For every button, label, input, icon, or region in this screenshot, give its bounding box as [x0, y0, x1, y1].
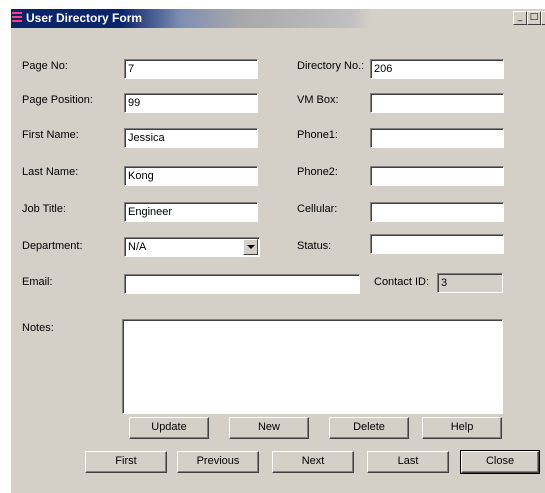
next-button[interactable]: Next	[272, 451, 354, 473]
phone2-field[interactable]	[370, 166, 504, 186]
notes-label: Notes:	[22, 322, 54, 334]
page-position-label: Page Position:	[22, 94, 93, 106]
phone1-label: Phone1:	[297, 129, 338, 141]
vm-box-field[interactable]	[370, 93, 504, 113]
job-title-field[interactable]: Engineer	[124, 202, 258, 222]
previous-button[interactable]: Previous	[177, 451, 259, 473]
cellular-field[interactable]	[370, 202, 504, 222]
close-window-button[interactable]: x	[541, 11, 545, 25]
department-label: Department:	[22, 240, 83, 252]
department-value: N/A	[128, 241, 147, 253]
new-button[interactable]: New	[229, 417, 309, 439]
directory-no-field[interactable]: 206	[370, 59, 504, 79]
page-no-field[interactable]: 7	[124, 59, 258, 79]
maximize-button[interactable]: □	[527, 11, 541, 25]
close-button[interactable]: Close	[460, 450, 540, 474]
vm-box-label: VM Box:	[297, 94, 339, 106]
contact-id-field: 3	[437, 273, 503, 293]
window-title: User Directory Form	[26, 11, 143, 25]
department-select[interactable]: N/A	[124, 237, 260, 257]
last-name-label: Last Name:	[22, 166, 79, 178]
last-button[interactable]: Last	[367, 451, 449, 473]
first-name-label: First Name:	[22, 129, 79, 141]
email-field[interactable]	[124, 274, 360, 294]
help-button[interactable]: Help	[422, 417, 502, 439]
page-position-field[interactable]: 99	[124, 93, 258, 113]
last-name-field[interactable]: Kong	[124, 166, 258, 186]
first-name-field[interactable]: Jessica	[124, 128, 258, 148]
user-directory-window: User Directory Form _ □ x Page No: 7 Pag…	[10, 8, 545, 493]
app-icon[interactable]	[12, 12, 22, 24]
chevron-down-icon[interactable]	[243, 239, 258, 255]
first-button[interactable]: First	[85, 451, 167, 473]
contact-id-label: Contact ID:	[374, 276, 430, 288]
delete-button[interactable]: Delete	[329, 417, 409, 439]
minimize-button[interactable]: _	[513, 11, 527, 25]
status-label: Status:	[297, 240, 332, 252]
directory-no-label: Directory No.:	[297, 60, 365, 72]
phone2-label: Phone2:	[297, 166, 338, 178]
title-bar[interactable]: User Directory Form _ □ x	[11, 9, 545, 28]
status-field[interactable]	[370, 234, 504, 254]
page-no-label: Page No:	[22, 60, 68, 72]
cellular-label: Cellular:	[297, 203, 338, 215]
update-button[interactable]: Update	[129, 417, 209, 439]
job-title-label: Job Title:	[22, 203, 67, 215]
phone1-field[interactable]	[370, 128, 504, 148]
email-label: Email:	[22, 276, 53, 288]
notes-textarea[interactable]	[122, 319, 503, 414]
